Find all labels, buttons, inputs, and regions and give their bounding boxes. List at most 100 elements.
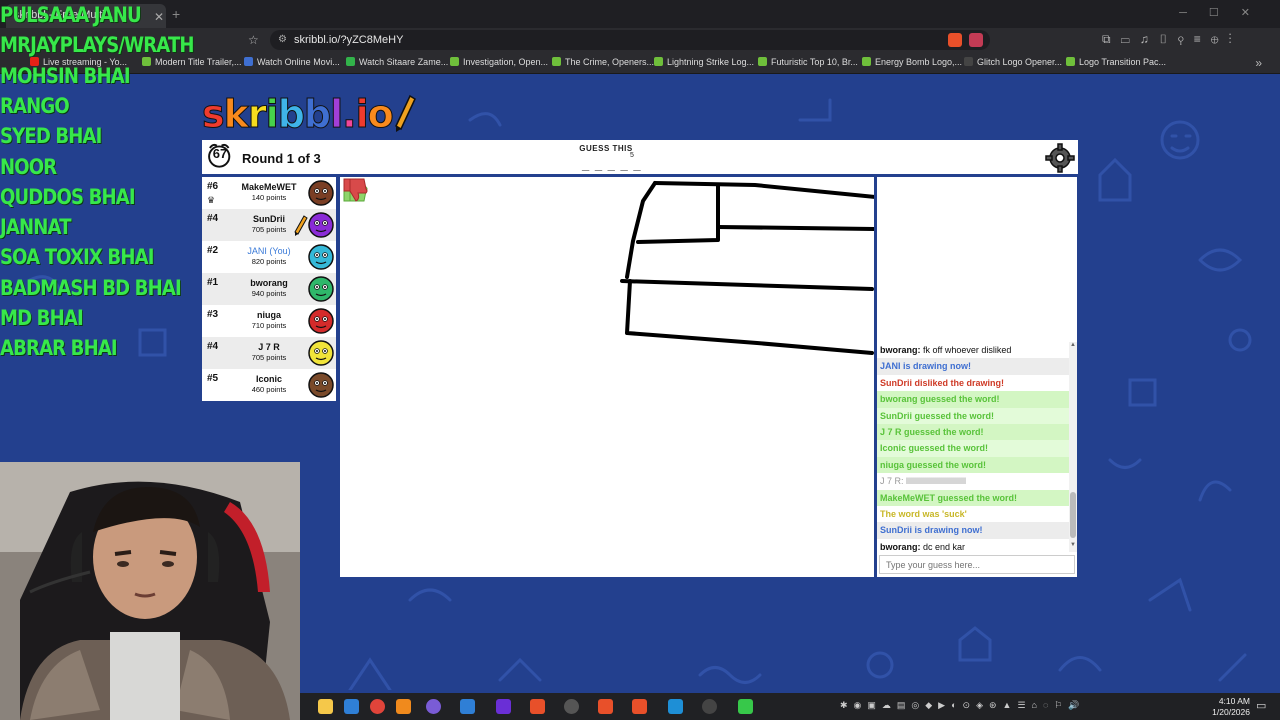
bookmark-label: Investigation, Open... xyxy=(463,57,549,67)
bookmark-favicon-icon xyxy=(346,57,355,66)
dislike-icon[interactable] xyxy=(340,177,368,203)
bookmark-label: Energy Bomb Logo,... xyxy=(875,57,963,67)
player-avatar xyxy=(308,340,334,366)
scroll-down-icon[interactable]: ▼ xyxy=(1070,542,1076,548)
player-avatar xyxy=(308,308,334,334)
site-info-icon[interactable]: ⚙ xyxy=(278,34,287,45)
player-row[interactable]: #1 bworang 940 points xyxy=(202,273,336,305)
window-controls[interactable]: ─☐✕ xyxy=(1179,6,1272,19)
player-rank: #5 xyxy=(207,373,219,384)
brave-browser-3-icon[interactable] xyxy=(632,699,647,714)
bookmark-item[interactable]: The Crime, Openers... xyxy=(552,57,654,67)
monitor-app-icon[interactable] xyxy=(668,699,683,714)
players-list: #6 MakeMeWET 140 points ♛ #4 SunDrii 705 point… xyxy=(202,177,336,401)
chat-text: MakeMeWET guessed the word! xyxy=(880,492,1018,503)
address-bar[interactable]: ⚙ skribbl.io/?yZC8MeHY xyxy=(270,30,990,50)
chat-scroll-thumb[interactable] xyxy=(1070,492,1076,538)
player-name: niuga xyxy=(257,310,281,320)
viewer-name: MD BHAI xyxy=(0,306,84,330)
bookmarks-more-icon[interactable]: » xyxy=(1255,56,1262,70)
player-rank: #1 xyxy=(207,277,219,288)
bookmark-item[interactable]: Energy Bomb Logo,... xyxy=(862,57,962,67)
viewer-name: SYED BHAI xyxy=(0,124,102,149)
clock-date: 1/20/2026 xyxy=(1212,707,1250,717)
file-explorer-icon[interactable] xyxy=(318,699,333,714)
new-tab-icon[interactable]: + xyxy=(172,6,180,22)
viewer-name: MOHSIN BHAI xyxy=(0,63,131,88)
bookmark-label: Watch Sitaare Zame... xyxy=(359,57,449,67)
webcam-feed xyxy=(0,462,300,720)
round-indicator: Round 1 of 3 xyxy=(242,151,321,166)
player-row[interactable]: #5 Iconic 460 points xyxy=(202,369,336,401)
bookmark-item[interactable]: Watch Sitaare Zame... xyxy=(346,57,448,67)
scroll-up-icon[interactable]: ▲ xyxy=(1070,342,1076,348)
app-icon[interactable] xyxy=(460,699,475,714)
bookmark-label: Modern Title Trailer,... xyxy=(155,57,242,67)
bookmark-item[interactable]: Modern Title Trailer,... xyxy=(142,57,242,67)
chat-author: bworang xyxy=(880,345,918,355)
host-crown-icon: ♛ xyxy=(207,195,216,205)
guess-input[interactable] xyxy=(879,555,1075,574)
terminal-app-icon[interactable] xyxy=(738,699,753,714)
timer-value: 67 xyxy=(212,146,228,161)
bookmark-item[interactable]: Watch Online Movi... xyxy=(244,57,340,67)
notification-icon[interactable]: ▭ xyxy=(1256,699,1266,712)
vlc-icon[interactable] xyxy=(396,699,411,714)
bookmark-item[interactable]: Investigation, Open... xyxy=(450,57,548,67)
taskbar-clock[interactable]: 4:10 AM 1/20/2026 xyxy=(1204,696,1250,718)
chat-scrollbar[interactable]: ▲ ▼ xyxy=(1069,342,1077,552)
bookmark-page-icon[interactable]: ☆ xyxy=(248,33,259,47)
player-name: Iconic xyxy=(255,374,282,384)
chat-text: SunDrii disliked the drawing! xyxy=(880,377,1005,388)
player-row[interactable]: #4 J 7 R 705 points xyxy=(202,337,336,369)
bookmark-item[interactable]: Futuristic Top 10, Br... xyxy=(758,57,858,67)
drawing-strokes xyxy=(620,181,874,355)
player-avatar xyxy=(308,372,334,398)
system-tray-icons[interactable]: ✱◉▣☁▤◎◆▶◐⊙◈⊛▲☰⌂◌⚐🔊 xyxy=(840,700,1086,711)
brave-browser-2-icon[interactable] xyxy=(598,699,613,714)
chat-message: bworang: dc end kar xyxy=(877,539,1069,555)
brave-browser-icon[interactable] xyxy=(530,699,545,714)
bookmark-label: Watch Online Movi... xyxy=(257,57,340,67)
bookmark-label: Futuristic Top 10, Br... xyxy=(771,57,858,67)
player-avatar xyxy=(308,276,334,302)
viewer-name: SOA TOXIX BHAI xyxy=(0,245,154,270)
browser-toolbar-icons[interactable]: ⧉▭♫▯⚲≡⊕⋮ xyxy=(1102,32,1242,47)
next-app-icon[interactable] xyxy=(496,699,511,714)
player-rank: #4 xyxy=(207,341,219,352)
player-points: 460 points xyxy=(251,385,287,394)
player-row[interactable]: #3 niuga 710 points xyxy=(202,305,336,337)
player-row[interactable]: #6 MakeMeWET 140 points ♛ xyxy=(202,177,336,209)
viewer-name: MRJAYPLAYS/WRATH xyxy=(0,33,195,58)
chat-author: bworang xyxy=(880,541,918,552)
game-header: 67 Round 1 of 3 GUESS THIS 5 _ _ _ _ _ xyxy=(202,140,1078,174)
bookmark-favicon-icon xyxy=(862,57,871,66)
chat-message: J 7 R guessed the word! xyxy=(877,423,1069,441)
viewer-name: QUDDOS BHAI xyxy=(0,184,136,209)
bookmark-item[interactable]: Logo Transition Pac... xyxy=(1066,57,1166,67)
brave-rewards-icon[interactable] xyxy=(969,33,983,47)
bookmark-item[interactable]: Glitch Logo Opener... xyxy=(964,57,1062,67)
player-rank: #2 xyxy=(207,245,219,256)
tab-close-icon[interactable]: ✕ xyxy=(154,10,164,24)
github-icon[interactable] xyxy=(702,699,717,714)
chat-message: SunDrii guessed the word! xyxy=(877,407,1069,424)
chrome-icon[interactable] xyxy=(370,699,385,714)
player-name: JANI (You) xyxy=(247,246,291,256)
player-avatar xyxy=(308,180,334,206)
chat-text: bworang guessed the word! xyxy=(880,394,1000,405)
player-row[interactable]: #4 SunDrii 705 points xyxy=(202,209,336,241)
player-name: J 7 R xyxy=(258,342,280,352)
chat-text: Iconic guessed the word! xyxy=(880,443,989,454)
mail-icon[interactable] xyxy=(344,699,359,714)
chat-text: The word was 'suck' xyxy=(880,508,967,519)
settings-gear-icon[interactable] xyxy=(1045,143,1075,173)
drawing-canvas[interactable] xyxy=(340,177,874,577)
bookmark-item[interactable]: Lightning Strike Log... xyxy=(654,57,754,67)
chat-text: SunDrii guessed the word! xyxy=(880,410,995,421)
discord-icon[interactable] xyxy=(426,699,441,714)
player-row[interactable]: #2 JANI (You) 820 points xyxy=(202,241,336,273)
chat-text: niuga guessed the word! xyxy=(880,459,987,470)
obs-icon[interactable] xyxy=(564,699,579,714)
brave-shields-icon[interactable] xyxy=(948,33,962,47)
